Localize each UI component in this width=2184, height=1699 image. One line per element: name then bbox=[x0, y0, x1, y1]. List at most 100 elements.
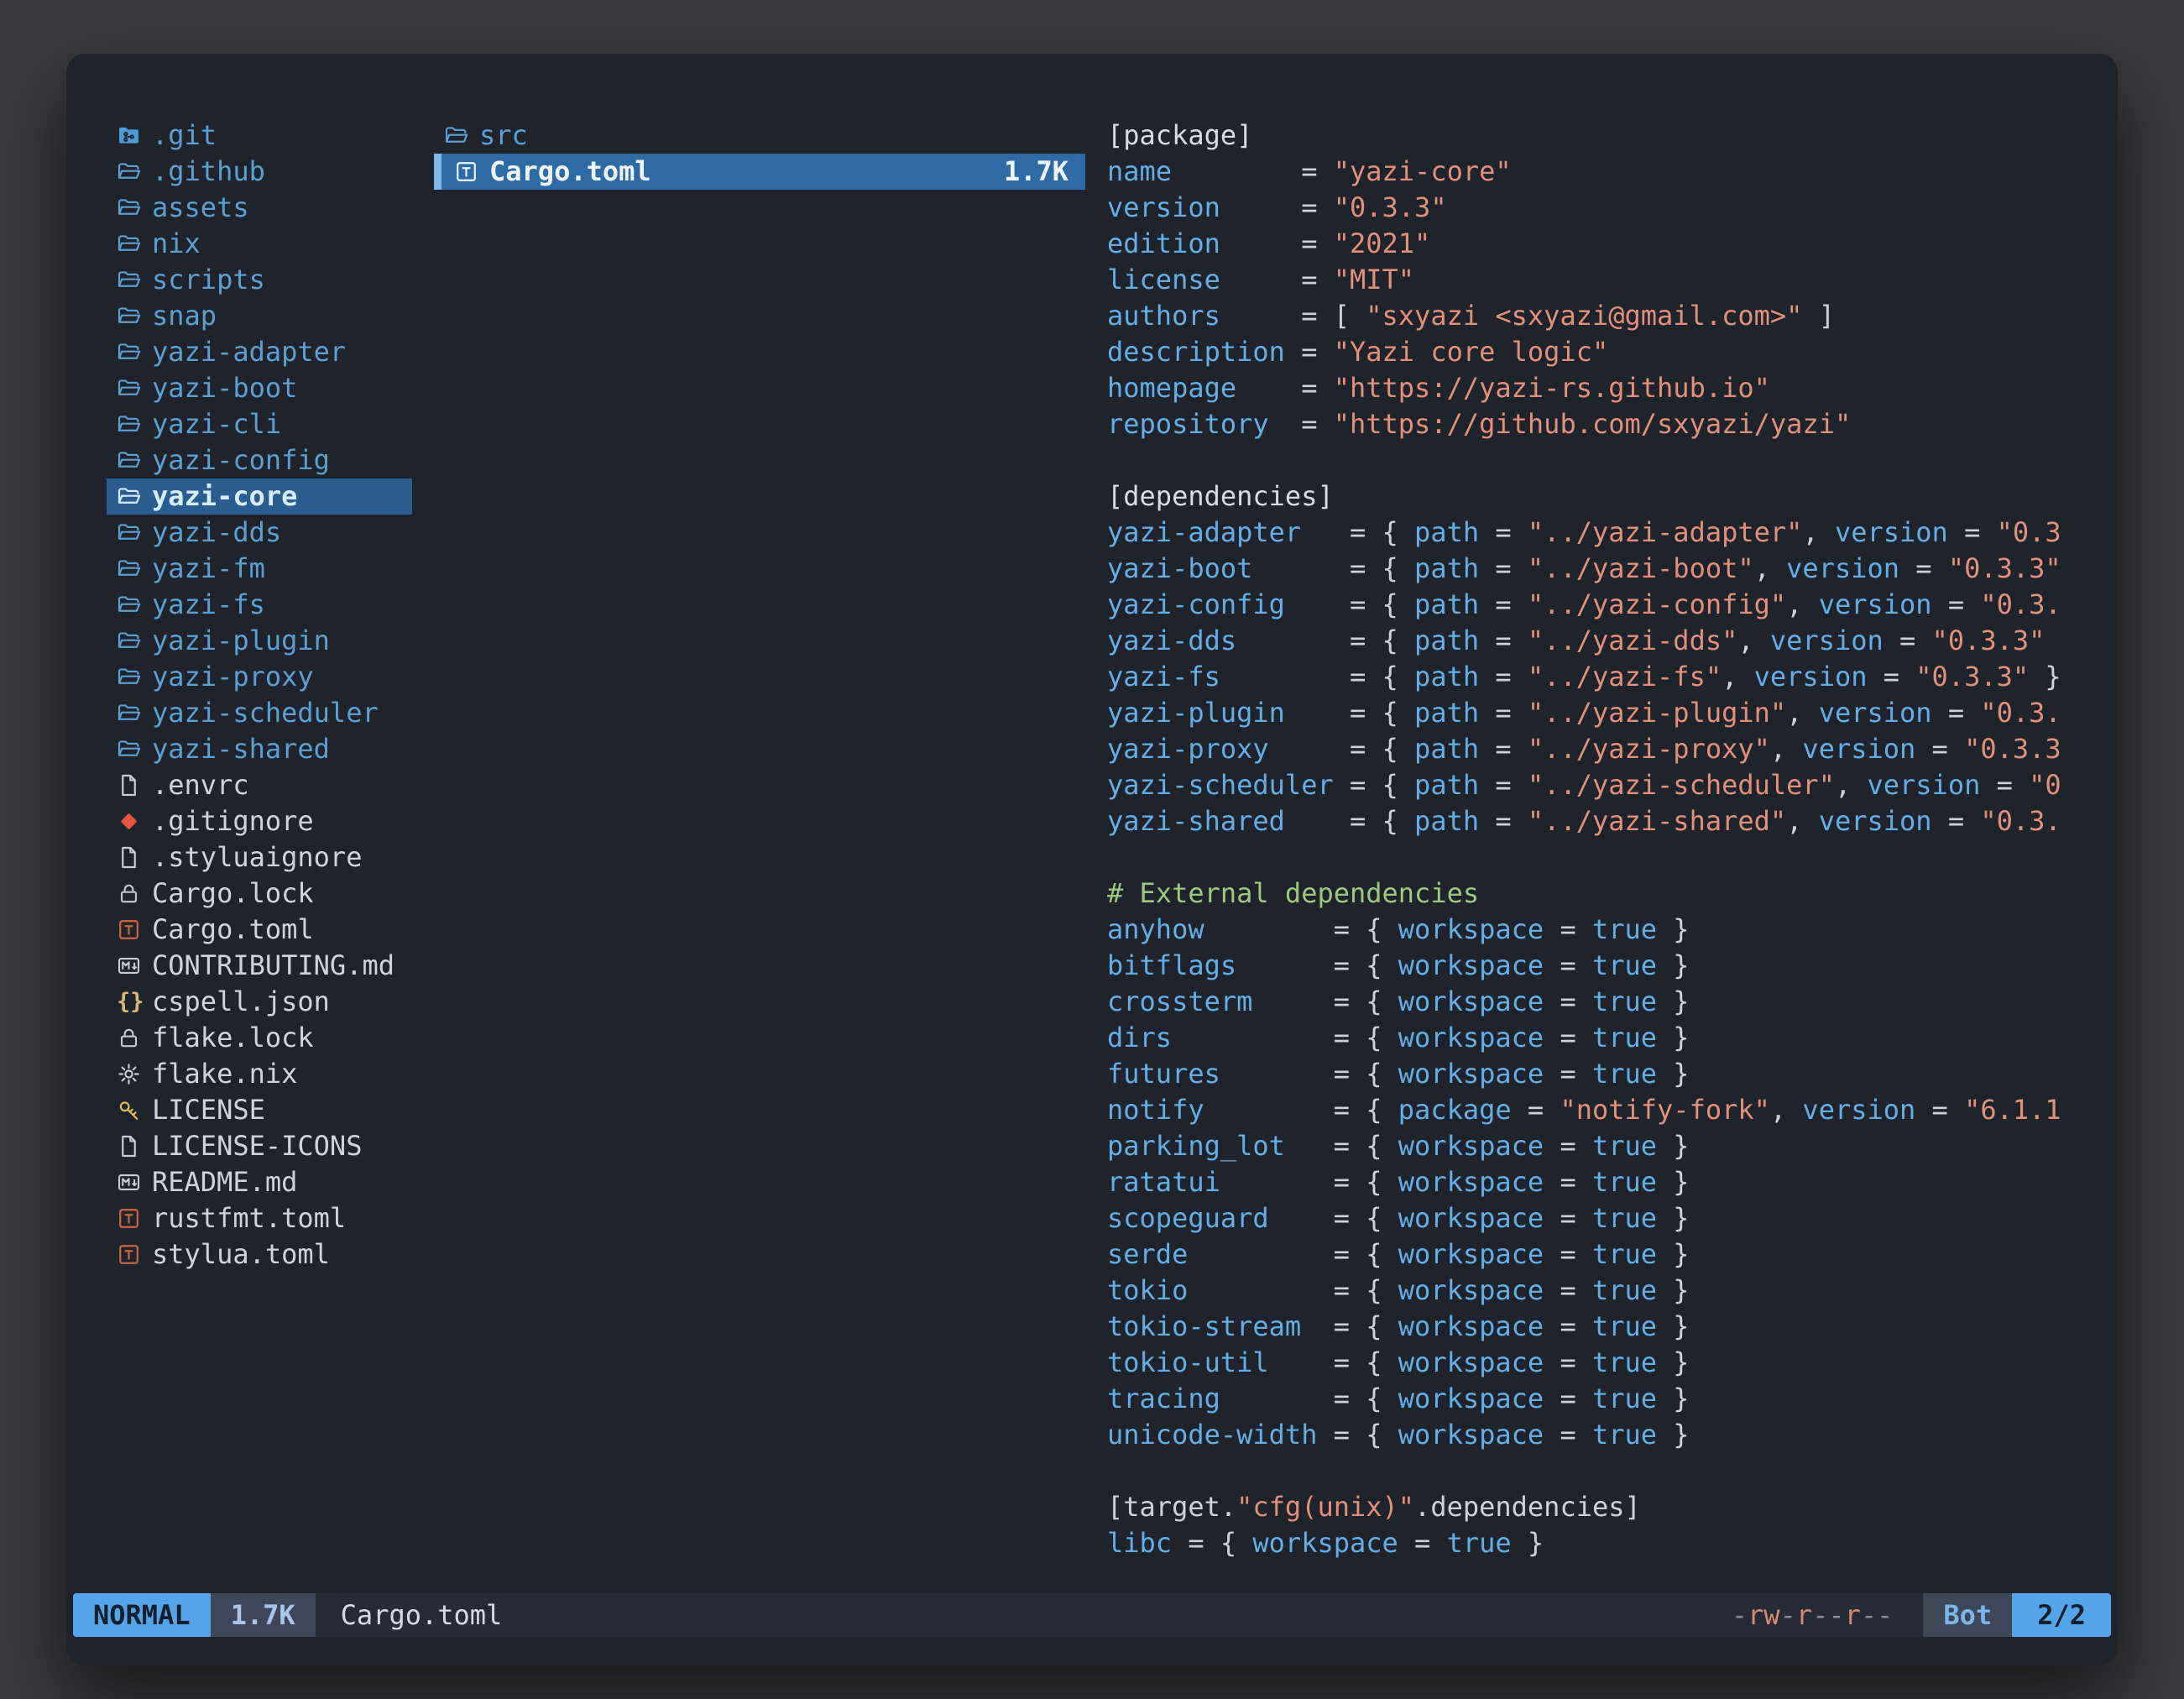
json-braces-icon: {} bbox=[117, 984, 149, 1020]
file-row[interactable]: Cargo.toml bbox=[107, 912, 412, 948]
file-row[interactable]: scripts bbox=[107, 262, 412, 298]
file-row[interactable]: yazi-boot bbox=[107, 370, 412, 406]
file-row[interactable]: .gitignore bbox=[107, 803, 412, 839]
file-row[interactable]: rustfmt.toml bbox=[107, 1200, 412, 1236]
file-row[interactable]: flake.nix bbox=[107, 1056, 412, 1092]
file-row[interactable]: .styluaignore bbox=[107, 839, 412, 876]
file-name: flake.nix bbox=[152, 1056, 297, 1092]
preview-line: version = "0.3.3" bbox=[1107, 190, 2077, 226]
preview-line: unicode-width = { workspace = true } bbox=[1107, 1417, 2077, 1453]
file-name: .git bbox=[152, 118, 217, 154]
file-row[interactable]: .github bbox=[107, 154, 412, 190]
preview-line: yazi-fs = { path = "../yazi-fs", version… bbox=[1107, 659, 2077, 695]
file-counter-badge: 2/2 bbox=[2012, 1593, 2111, 1637]
file-icon bbox=[117, 1134, 149, 1158]
file-row[interactable]: yazi-fs bbox=[107, 587, 412, 623]
toml-icon bbox=[117, 1242, 149, 1267]
file-name: nix bbox=[152, 226, 201, 262]
folder-icon bbox=[117, 737, 149, 761]
preview-line: license = "MIT" bbox=[1107, 262, 2077, 298]
file-row[interactable]: yazi-cli bbox=[107, 406, 412, 442]
file-icon bbox=[117, 845, 149, 870]
file-icon bbox=[117, 773, 149, 797]
preview-line bbox=[1107, 839, 2077, 876]
preview-line: notify = { package = "notify-fork", vers… bbox=[1107, 1092, 2077, 1128]
preview-line: # External dependencies bbox=[1107, 876, 2077, 912]
file-row[interactable]: .envrc bbox=[107, 767, 412, 803]
file-name: yazi-proxy bbox=[152, 659, 314, 695]
file-row[interactable]: CONTRIBUTING.md bbox=[107, 948, 412, 984]
file-row[interactable]: snap bbox=[107, 298, 412, 334]
file-name: .envrc bbox=[152, 767, 249, 803]
folder-icon bbox=[117, 268, 149, 292]
file-row[interactable]: README.md bbox=[107, 1164, 412, 1200]
file-size: 1.7K bbox=[1004, 154, 1075, 190]
file-row[interactable]: yazi-plugin bbox=[107, 623, 412, 659]
file-row[interactable]: {}cspell.json bbox=[107, 984, 412, 1020]
file-row[interactable]: LICENSE-ICONS bbox=[107, 1128, 412, 1164]
file-row[interactable]: assets bbox=[107, 190, 412, 226]
git-folder-icon bbox=[117, 123, 149, 148]
file-row[interactable]: src bbox=[434, 118, 1085, 154]
file-name: flake.lock bbox=[152, 1020, 314, 1056]
preview-line: yazi-boot = { path = "../yazi-boot", ver… bbox=[1107, 551, 2077, 587]
file-row[interactable]: flake.lock bbox=[107, 1020, 412, 1056]
file-name: Cargo.toml bbox=[152, 912, 314, 948]
preview-line: crossterm = { workspace = true } bbox=[1107, 984, 2077, 1020]
folder-icon bbox=[117, 232, 149, 256]
preview-line: description = "Yazi core logic" bbox=[1107, 334, 2077, 370]
markdown-icon bbox=[117, 1170, 149, 1195]
file-row[interactable]: yazi-fm bbox=[107, 551, 412, 587]
toml-icon bbox=[454, 159, 486, 184]
file-row[interactable]: Cargo.lock bbox=[107, 876, 412, 912]
parent-directory-pane[interactable]: .git.githubassetsnixscriptssnapyazi-adap… bbox=[107, 118, 412, 1583]
preview-line bbox=[1107, 1453, 2077, 1489]
file-name: yazi-cli bbox=[152, 406, 281, 442]
file-row[interactable]: yazi-shared bbox=[107, 731, 412, 767]
key-icon bbox=[117, 1098, 149, 1122]
file-row[interactable]: Cargo.toml1.7K bbox=[434, 154, 1085, 190]
preview-line: tokio = { workspace = true } bbox=[1107, 1273, 2077, 1309]
file-name: .styluaignore bbox=[152, 839, 362, 876]
file-row[interactable]: yazi-scheduler bbox=[107, 695, 412, 731]
permissions-text: -rw-r--r-- bbox=[1732, 1599, 1894, 1631]
preview-line: yazi-adapter = { path = "../yazi-adapter… bbox=[1107, 515, 2077, 551]
file-name: CONTRIBUTING.md bbox=[152, 948, 394, 984]
preview-line: [target."cfg(unix)".dependencies] bbox=[1107, 1489, 2077, 1525]
file-row[interactable]: yazi-proxy bbox=[107, 659, 412, 695]
file-name: assets bbox=[152, 190, 249, 226]
folder-icon bbox=[117, 629, 149, 653]
git-icon bbox=[117, 809, 149, 834]
file-row[interactable]: .git bbox=[107, 118, 412, 154]
folder-icon bbox=[117, 665, 149, 689]
file-name: Cargo.lock bbox=[152, 876, 314, 912]
folder-icon bbox=[117, 340, 149, 364]
preview-line: [dependencies] bbox=[1107, 478, 2077, 515]
folder-icon bbox=[117, 412, 149, 437]
current-directory-pane[interactable]: srcCargo.toml1.7K bbox=[434, 118, 1085, 1583]
preview-line bbox=[1107, 442, 2077, 478]
file-name: stylua.toml bbox=[152, 1236, 330, 1273]
size-badge: 1.7K bbox=[211, 1593, 316, 1637]
preview-line: repository = "https://github.com/sxyazi/… bbox=[1107, 406, 2077, 442]
file-row[interactable]: nix bbox=[107, 226, 412, 262]
file-name: scripts bbox=[152, 262, 265, 298]
preview-line: ratatui = { workspace = true } bbox=[1107, 1164, 2077, 1200]
file-row[interactable]: yazi-adapter bbox=[107, 334, 412, 370]
file-row[interactable]: stylua.toml bbox=[107, 1236, 412, 1273]
folder-icon bbox=[117, 304, 149, 328]
preview-line: libc = { workspace = true } bbox=[1107, 1525, 2077, 1561]
file-row[interactable]: yazi-core bbox=[107, 478, 412, 515]
preview-line: anyhow = { workspace = true } bbox=[1107, 912, 2077, 948]
file-name: yazi-plugin bbox=[152, 623, 330, 659]
file-name: .github bbox=[152, 154, 265, 190]
file-name: .gitignore bbox=[152, 803, 314, 839]
toml-icon bbox=[117, 1206, 149, 1231]
file-row[interactable]: yazi-config bbox=[107, 442, 412, 478]
lock-icon bbox=[117, 1026, 149, 1050]
file-preview-pane[interactable]: [package]name = "yazi-core"version = "0.… bbox=[1107, 118, 2077, 1583]
preview-line: parking_lot = { workspace = true } bbox=[1107, 1128, 2077, 1164]
folder-icon bbox=[117, 376, 149, 400]
file-row[interactable]: LICENSE bbox=[107, 1092, 412, 1128]
file-row[interactable]: yazi-dds bbox=[107, 515, 412, 551]
